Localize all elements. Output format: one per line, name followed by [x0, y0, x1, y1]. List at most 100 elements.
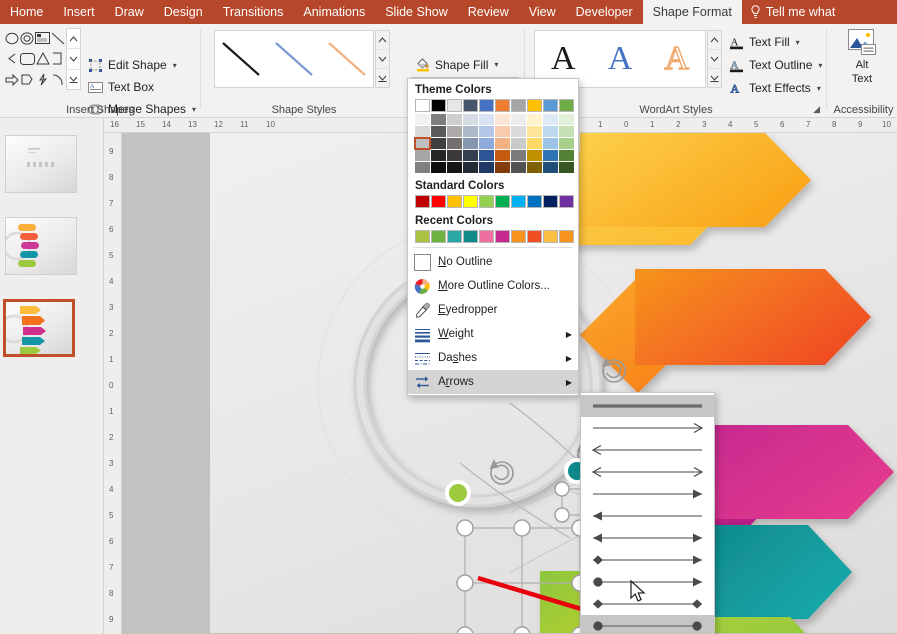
theme-variant-2-8[interactable]	[543, 138, 558, 149]
tab-view[interactable]: View	[519, 0, 566, 24]
recent-color-6[interactable]	[511, 230, 526, 243]
menu-item-no-outline[interactable]: No Outline	[408, 250, 578, 274]
theme-color-2[interactable]	[447, 99, 462, 112]
theme-variant-3-5[interactable]	[495, 150, 510, 161]
theme-variant-0-2[interactable]	[447, 114, 462, 125]
theme-variant-1-1[interactable]	[431, 126, 446, 137]
shape-styles-scroll[interactable]	[375, 30, 390, 88]
standard-color-9[interactable]	[559, 195, 574, 208]
recent-colors-row[interactable]	[408, 230, 578, 245]
theme-variant-1-7[interactable]	[527, 126, 542, 137]
tell-me-search[interactable]: Tell me what	[742, 0, 843, 24]
shape-pentagon-callout[interactable]	[20, 69, 36, 90]
recent-color-9[interactable]	[559, 230, 574, 243]
theme-variant-1-0[interactable]	[415, 126, 430, 137]
gallery-scroll-up[interactable]	[67, 29, 80, 50]
theme-variant-3-8[interactable]	[543, 150, 558, 161]
theme-variant-1-4[interactable]	[479, 126, 494, 137]
standard-color-3[interactable]	[463, 195, 478, 208]
theme-variant-4-8[interactable]	[543, 162, 558, 173]
theme-variant-1-6[interactable]	[511, 126, 526, 137]
standard-color-8[interactable]	[543, 195, 558, 208]
shape-donut[interactable]	[20, 28, 36, 49]
theme-variant-2-0[interactable]	[414, 137, 431, 150]
arrow-option-triangle-both[interactable]	[581, 527, 714, 549]
recent-color-5[interactable]	[495, 230, 510, 243]
theme-variant-4-5[interactable]	[495, 162, 510, 173]
theme-variant-3-1[interactable]	[431, 150, 446, 161]
styles-more-button[interactable]	[376, 69, 389, 87]
shape-outline-dropdown[interactable]: Theme Colors Standard Colors Recent Colo…	[407, 78, 579, 396]
theme-variant-1-5[interactable]	[495, 126, 510, 137]
standard-color-7[interactable]	[527, 195, 542, 208]
shape-more-arrow[interactable]	[4, 69, 20, 90]
tab-transitions[interactable]: Transitions	[213, 0, 294, 24]
wordart-sample-orange[interactable]: A	[664, 41, 690, 76]
theme-color-9[interactable]	[559, 99, 574, 112]
theme-variant-3-9[interactable]	[559, 150, 574, 161]
theme-color-3[interactable]	[463, 99, 478, 112]
theme-variant-4-2[interactable]	[447, 162, 462, 173]
shape-arrow-left[interactable]	[4, 49, 20, 70]
shapes-gallery-scroll[interactable]	[66, 28, 81, 90]
standard-color-4[interactable]	[479, 195, 494, 208]
menu-item-eyedropper[interactable]: Eyedropper	[408, 298, 578, 322]
theme-variant-4-6[interactable]	[511, 162, 526, 173]
theme-variant-0-7[interactable]	[527, 114, 542, 125]
standard-color-2[interactable]	[447, 195, 462, 208]
recent-color-8[interactable]	[543, 230, 558, 243]
wordart-scroll-down[interactable]	[708, 50, 721, 69]
wordart-gallery-scroll[interactable]	[707, 30, 722, 88]
theme-variant-4-3[interactable]	[463, 162, 478, 173]
recent-color-7[interactable]	[527, 230, 542, 243]
recent-color-0[interactable]	[415, 230, 430, 243]
vertical-ruler[interactable]: 9 8 7 6 5 4 3 2 1 0 1 2 3 4 5 6 7 8 9	[104, 133, 122, 634]
theme-variant-3-3[interactable]	[463, 150, 478, 161]
text-effects-button[interactable]: A Text Effects ▾	[729, 78, 821, 98]
arrow-option-open-arrow-start[interactable]	[581, 439, 714, 461]
theme-variant-0-4[interactable]	[479, 114, 494, 125]
recent-color-4[interactable]	[479, 230, 494, 243]
shape-lightning[interactable]	[35, 69, 51, 90]
standard-color-5[interactable]	[495, 195, 510, 208]
shape-arc[interactable]	[51, 69, 67, 90]
theme-color-6[interactable]	[511, 99, 526, 112]
tab-animations[interactable]: Animations	[293, 0, 375, 24]
arrow-option-open-arrow-end[interactable]	[581, 417, 714, 439]
theme-variant-0-5[interactable]	[495, 114, 510, 125]
theme-variant-4-7[interactable]	[527, 162, 542, 173]
text-box-button[interactable]: A Text Box	[88, 77, 154, 97]
wordart-dialog-launcher[interactable]: ◢	[813, 104, 820, 115]
tab-review[interactable]: Review	[458, 0, 519, 24]
arrow-option-oval-start-triangle-end[interactable]	[581, 571, 714, 593]
shape-line[interactable]	[51, 28, 67, 49]
theme-variant-0-6[interactable]	[511, 114, 526, 125]
menu-item-more-outline-colors[interactable]: More Outline Colors...	[408, 274, 578, 298]
theme-color-7[interactable]	[527, 99, 542, 112]
arrow-option-triangle-start[interactable]	[581, 505, 714, 527]
slide-thumbnail-pane[interactable]	[0, 118, 104, 634]
slide-thumbnail-3[interactable]	[3, 299, 75, 357]
theme-variant-0-1[interactable]	[431, 114, 446, 125]
tab-insert[interactable]: Insert	[53, 0, 104, 24]
slide-thumbnail-2[interactable]	[5, 217, 77, 275]
recent-color-3[interactable]	[463, 230, 478, 243]
text-fill-button[interactable]: A Text Fill ▾	[729, 32, 800, 52]
theme-color-5[interactable]	[495, 99, 510, 112]
slide-thumbnail-1[interactable]	[5, 135, 77, 193]
wordart-more-button[interactable]	[708, 69, 721, 87]
theme-variant-3-6[interactable]	[511, 150, 526, 161]
theme-variant-2-2[interactable]	[447, 138, 462, 149]
shape-rounded-rect[interactable]	[19, 49, 36, 70]
theme-colors-base-row[interactable]	[408, 99, 578, 114]
theme-variant-0-3[interactable]	[463, 114, 478, 125]
theme-variant-3-2[interactable]	[447, 150, 462, 161]
theme-color-4[interactable]	[479, 99, 494, 112]
theme-color-1[interactable]	[431, 99, 446, 112]
theme-variant-2-1[interactable]	[431, 138, 446, 149]
shape-text-box[interactable]	[35, 28, 51, 49]
style-preview-blue[interactable]	[271, 37, 317, 81]
gallery-more-button[interactable]	[67, 70, 80, 89]
theme-variant-4-4[interactable]	[479, 162, 494, 173]
alt-text-button[interactable]: Alt Text	[836, 28, 888, 86]
